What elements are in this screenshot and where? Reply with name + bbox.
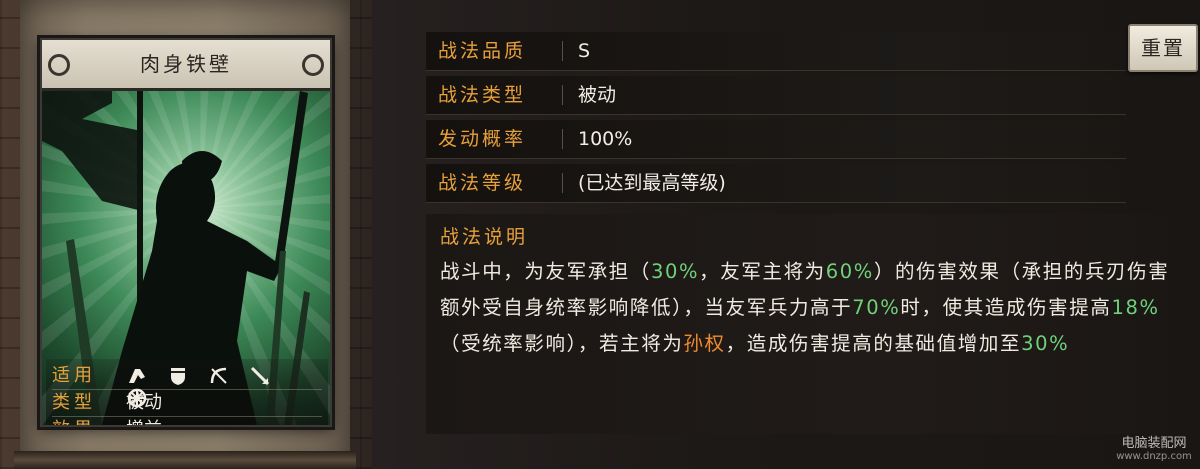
skill-card[interactable]: 适用 类型 被动 效果 增益 目标 自己 <box>40 38 332 427</box>
highlight-value: 18% <box>1111 296 1160 319</box>
description-segment: ，友军主将为 <box>699 260 826 283</box>
info-value-effect: 增益 <box>126 417 162 425</box>
stat-row-quality: 战法品质 S <box>426 32 1126 71</box>
stat-value-type: 被动 <box>578 84 617 106</box>
stat-key-trigger-rate: 发动概率 <box>438 128 527 150</box>
stat-key-quality: 战法品质 <box>438 40 527 62</box>
highlight-value: 70% <box>852 296 901 319</box>
description-segment: 战斗中，为友军承担（ <box>440 260 652 283</box>
watermark: 电脑装配网 www.dnzp.com <box>1112 432 1196 462</box>
divider <box>562 129 563 149</box>
stat-value-trigger-rate: 100% <box>578 128 633 150</box>
divider <box>562 173 563 193</box>
skill-card-artwork: 适用 类型 被动 效果 增益 目标 自己 <box>42 91 330 425</box>
spear-icon <box>251 366 270 386</box>
watermark-name: 电脑装配网 <box>1121 436 1187 451</box>
info-row-type: 类型 被动 <box>52 390 322 417</box>
description-segment: 时，使其造成伤害提高 <box>900 296 1112 319</box>
stat-key-type: 战法类型 <box>438 84 527 106</box>
info-key-type: 类型 <box>52 392 96 413</box>
scroll-rod <box>14 451 356 469</box>
info-key-apply: 适用 <box>52 365 96 386</box>
info-row-effect: 效果 增益 <box>52 417 322 425</box>
description-segment: ，造成伤害提高的基础值增加至 <box>725 332 1022 355</box>
stat-key-level: 战法等级 <box>438 172 527 194</box>
watermark-site: www.dnzp.com <box>1116 451 1192 462</box>
divider <box>562 41 563 61</box>
card-title-bar: 肉身铁壁 <box>42 40 330 91</box>
skill-name: 肉身铁壁 <box>140 52 232 76</box>
description-heading: 战法说明 <box>440 226 529 248</box>
description-segment: （受统率影响），若主将为 <box>440 332 684 355</box>
stat-row-trigger-rate: 发动概率 100% <box>426 120 1126 159</box>
highlight-value: 60% <box>825 260 874 283</box>
bow-icon <box>210 367 227 384</box>
stat-value-quality: S <box>578 40 591 62</box>
description-text: 战斗中，为友军承担（30%，友军主将为60%）的伤害效果（承担的兵刃伤害额外受自… <box>440 254 1180 362</box>
divider <box>562 85 563 105</box>
shield-icon <box>171 368 186 385</box>
highlight-value: 30% <box>1021 332 1070 355</box>
apply-troop-icons <box>126 365 322 408</box>
highlight-value: 30% <box>651 260 700 283</box>
reset-button[interactable]: 重置 <box>1128 24 1198 72</box>
cavalry-icon <box>129 369 145 383</box>
info-value-type: 被动 <box>126 392 162 413</box>
info-key-effect: 效果 <box>52 417 112 425</box>
highlight-name: 孙权 <box>683 332 726 355</box>
stat-row-type: 战法类型 被动 <box>426 76 1126 115</box>
info-row-apply: 适用 <box>52 363 322 408</box>
skill-info-panel: 适用 类型 被动 效果 增益 目标 自己 <box>46 359 328 425</box>
stat-value-level: (已达到最高等级) <box>578 172 726 194</box>
stat-row-level: 战法等级 (已达到最高等级) <box>426 164 1126 203</box>
